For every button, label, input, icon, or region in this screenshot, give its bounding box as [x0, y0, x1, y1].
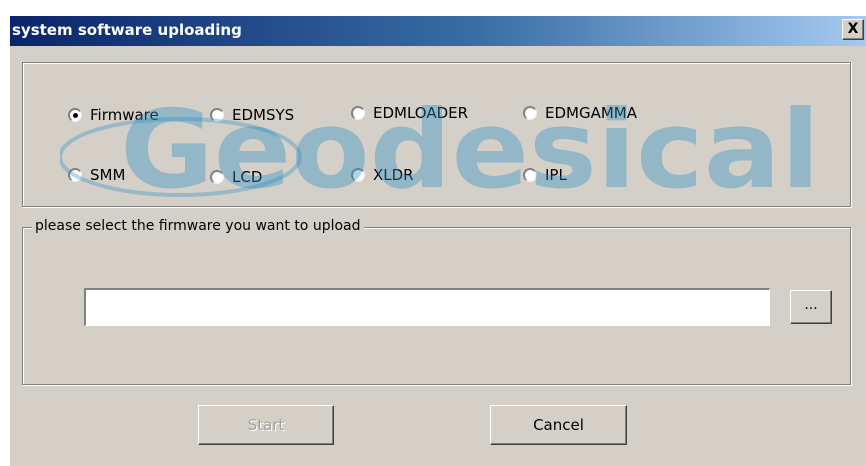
radio-label: EDMLOADER: [373, 104, 469, 122]
close-button[interactable]: X: [842, 19, 864, 40]
radio-button[interactable]: [68, 168, 82, 182]
radio-lcd[interactable]: LCD: [210, 168, 262, 186]
radio-label: Firmware: [90, 106, 159, 124]
firmware-path-input[interactable]: [84, 288, 770, 326]
title-bar[interactable]: system software uploading X: [10, 16, 866, 46]
radio-label: LCD: [232, 168, 263, 186]
browse-button[interactable]: ...: [790, 290, 832, 324]
start-button[interactable]: Start: [198, 405, 334, 445]
radio-button[interactable]: [351, 168, 365, 182]
radio-smm[interactable]: SMM: [68, 166, 125, 184]
radio-label: SMM: [90, 166, 126, 184]
radio-button[interactable]: [523, 106, 537, 120]
radio-label: XLDR: [373, 166, 414, 184]
upload-type-group: [22, 62, 851, 207]
radio-button[interactable]: [210, 170, 224, 184]
radio-label: IPL: [545, 166, 567, 184]
close-icon: X: [847, 21, 859, 37]
radio-label: EDMSYS: [232, 106, 295, 124]
radio-edmloader[interactable]: EDMLOADER: [351, 104, 468, 122]
radio-button[interactable]: [351, 106, 365, 120]
cancel-button[interactable]: Cancel: [490, 405, 627, 445]
window-title: system software uploading: [12, 21, 242, 39]
radio-button[interactable]: [210, 108, 224, 122]
radio-xldr[interactable]: XLDR: [351, 166, 414, 184]
radio-button-checked[interactable]: [68, 108, 82, 122]
radio-ipl[interactable]: IPL: [523, 166, 567, 184]
radio-button[interactable]: [523, 168, 537, 182]
radio-label: EDMGAMMA: [545, 104, 637, 122]
radio-edmgamma[interactable]: EDMGAMMA: [523, 104, 637, 122]
file-select-legend: please select the firmware you want to u…: [32, 218, 364, 234]
radio-edmsys[interactable]: EDMSYS: [210, 106, 294, 124]
radio-firmware[interactable]: Firmware: [68, 106, 159, 124]
